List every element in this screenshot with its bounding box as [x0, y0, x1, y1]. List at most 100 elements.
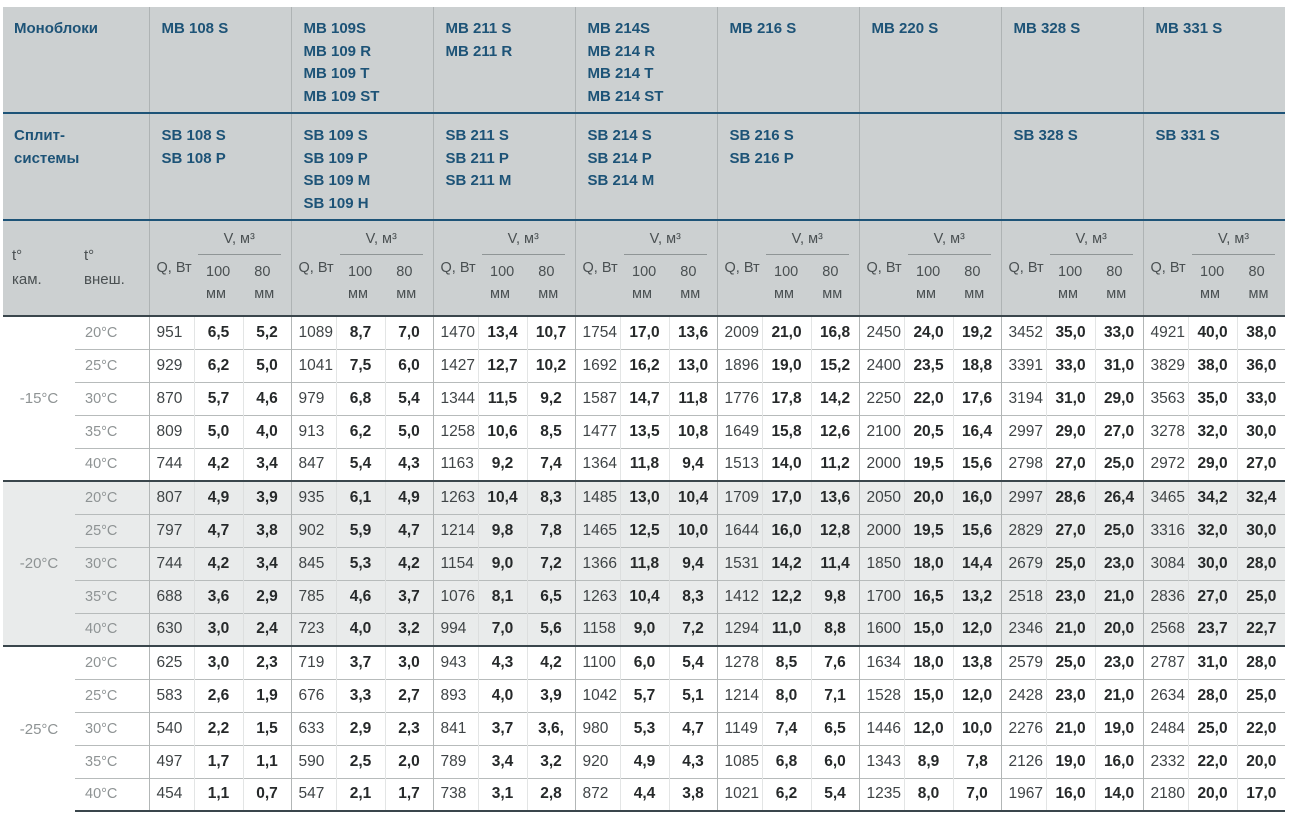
q-value: 1465	[575, 514, 620, 547]
header-line: мм	[348, 284, 384, 306]
volume-80mm-label: 80мм	[242, 262, 290, 306]
v100-value: 11,8	[620, 547, 669, 580]
q-value: 845	[291, 547, 336, 580]
v100-value: 2,2	[194, 712, 243, 745]
q-value: 1967	[1001, 778, 1046, 811]
v80-value: 31,0	[1095, 349, 1143, 382]
split-models-group-7: SB 328 S	[1001, 113, 1143, 220]
q-value: 2050	[859, 481, 904, 514]
split-systems-header-row: Сплит-системыSB 108 SSB 108 PSB 109 SSB …	[3, 113, 1285, 220]
ambient-temp-value: 30°C	[75, 712, 149, 745]
q-value: 847	[291, 448, 336, 481]
q-value: 807	[149, 481, 194, 514]
volume-100mm-label: 100мм	[1046, 262, 1094, 306]
v80-value: 22,7	[1237, 613, 1285, 646]
v100-value: 16,5	[904, 580, 953, 613]
v100-value: 16,2	[620, 349, 669, 382]
q-value: 3194	[1001, 382, 1046, 415]
v100-value: 5,9	[336, 514, 385, 547]
volume-subcolumns: 100мм80мм	[194, 262, 291, 306]
v80-value: 13,6	[811, 481, 859, 514]
split-models-group-6	[859, 113, 1001, 220]
header-line: мм	[632, 284, 668, 306]
v80-value: 38,0	[1237, 316, 1285, 349]
v80-value: 4,3	[669, 745, 717, 778]
header-line: 80	[538, 262, 574, 284]
volume-m3-label: V, м³	[1192, 231, 1275, 255]
q-value: 1531	[717, 547, 762, 580]
v100-value: 35,0	[1188, 382, 1237, 415]
v100-value: 9,0	[620, 613, 669, 646]
v80-value: 33,0	[1095, 316, 1143, 349]
data-row: 35°C6883,62,97854,63,710768,16,5126310,4…	[3, 580, 1285, 613]
header-line: 80	[680, 262, 716, 284]
v100-value: 12,0	[904, 712, 953, 745]
data-row: 30°C5402,21,56332,92,38413,73,6,9805,34,…	[3, 712, 1285, 745]
volume-column-header: V, м³100мм80мм	[620, 220, 717, 316]
v100-value: 1,1	[194, 778, 243, 811]
header-line: мм	[822, 284, 858, 306]
v100-value: 4,6	[336, 580, 385, 613]
volume-100mm-label: 100мм	[762, 262, 810, 306]
v80-value: 6,0	[385, 349, 433, 382]
header-line: t°	[84, 244, 149, 268]
v100-value: 18,0	[904, 547, 953, 580]
ambient-temp-value: 20°C	[75, 481, 149, 514]
v80-value: 1,5	[243, 712, 291, 745]
q-watt-column-header: Q, Вт	[1143, 220, 1188, 316]
model-name: SB 211 M	[446, 170, 573, 193]
q-value: 1528	[859, 679, 904, 712]
header-line: 80	[1249, 262, 1286, 284]
volume-80mm-label: 80мм	[952, 262, 1000, 306]
header-line: мм	[1058, 284, 1094, 306]
v80-value: 14,0	[1095, 778, 1143, 811]
v100-value: 7,4	[762, 712, 811, 745]
v100-value: 20,0	[904, 481, 953, 514]
v100-value: 8,0	[762, 679, 811, 712]
v100-value: 1,7	[194, 745, 243, 778]
q-value: 979	[291, 382, 336, 415]
v100-value: 14,0	[762, 448, 811, 481]
v100-value: 31,0	[1046, 382, 1095, 415]
v100-value: 27,0	[1046, 514, 1095, 547]
data-row: 40°C7444,23,48475,44,311639,27,4136411,8…	[3, 448, 1285, 481]
volume-column-header: V, м³100мм80мм	[762, 220, 859, 316]
header-line: мм	[490, 284, 526, 306]
v80-value: 19,0	[1095, 712, 1143, 745]
v100-value: 12,5	[620, 514, 669, 547]
q-value: 2126	[1001, 745, 1046, 778]
model-name: SB 108 S	[162, 125, 289, 148]
q-value: 913	[291, 415, 336, 448]
v100-value: 9,0	[478, 547, 527, 580]
monoblocks-header-row: МоноблокиMB 108 SMB 109SMB 109 RMB 109 T…	[3, 7, 1285, 113]
v80-value: 5,4	[385, 382, 433, 415]
v100-value: 18,0	[904, 646, 953, 679]
v80-value: 6,5	[527, 580, 575, 613]
v100-value: 25,0	[1188, 712, 1237, 745]
model-name: SB 331 S	[1156, 125, 1284, 148]
v80-value: 8,3	[669, 580, 717, 613]
v100-value: 38,0	[1188, 349, 1237, 382]
q-value: 2997	[1001, 415, 1046, 448]
v100-value: 20,5	[904, 415, 953, 448]
q-value: 2836	[1143, 580, 1188, 613]
model-name: SB 211 P	[446, 148, 573, 171]
model-name: MB 214 ST	[588, 86, 715, 109]
volume-100mm-label: 100мм	[620, 262, 668, 306]
q-value: 1709	[717, 481, 762, 514]
v80-value: 8,5	[527, 415, 575, 448]
q-value: 2250	[859, 382, 904, 415]
v100-value: 3,0	[194, 613, 243, 646]
v100-value: 4,2	[194, 448, 243, 481]
q-value: 3084	[1143, 547, 1188, 580]
ambient-temp-value: 30°C	[75, 382, 149, 415]
q-value: 540	[149, 712, 194, 745]
v100-value: 30,0	[1188, 547, 1237, 580]
v80-value: 30,0	[1237, 514, 1285, 547]
v80-value: 32,4	[1237, 481, 1285, 514]
q-value: 2428	[1001, 679, 1046, 712]
v80-value: 3,8	[243, 514, 291, 547]
v100-value: 2,1	[336, 778, 385, 811]
q-watt-column-header: Q, Вт	[433, 220, 478, 316]
v80-value: 33,0	[1237, 382, 1285, 415]
